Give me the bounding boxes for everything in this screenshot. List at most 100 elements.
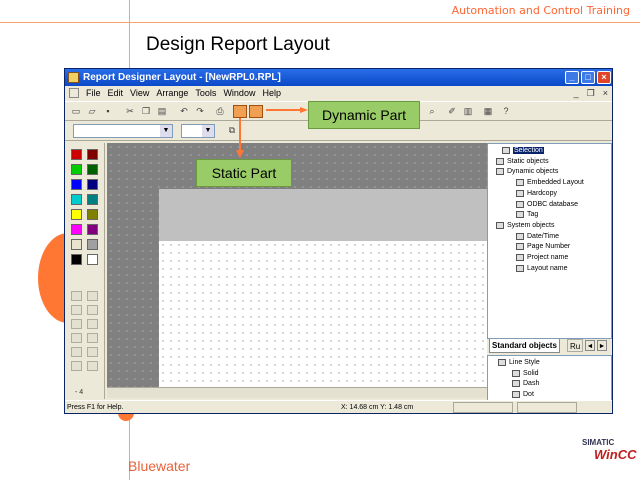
tree-item[interactable]: Page Number (516, 243, 570, 251)
menu-arrange[interactable]: Arrange (156, 86, 188, 101)
print-icon[interactable]: ⎙ (213, 105, 227, 118)
style-item[interactable]: Dot (512, 390, 534, 398)
object-icon (516, 264, 524, 272)
properties-icon[interactable]: ✐ (445, 105, 459, 118)
tree-item[interactable]: System objects (496, 221, 554, 229)
tree-item[interactable]: Dynamic objects (496, 168, 559, 176)
object-list-icon[interactable]: ▦ (481, 105, 495, 118)
wincc-logo: SIMATIC WinCC (576, 436, 637, 468)
tree-item[interactable]: Selection (502, 147, 544, 154)
align-tool-icon[interactable] (71, 291, 82, 301)
paste-icon[interactable]: ▤ (155, 105, 169, 118)
color-swatch[interactable] (71, 194, 82, 205)
undo-icon[interactable]: ↶ (177, 105, 191, 118)
tree-item-label: Tag (527, 211, 539, 219)
tree-item[interactable]: Embedded Layout (516, 179, 584, 187)
chevron-down-icon: ▼ (202, 125, 214, 137)
size-combo[interactable]: ▼ (181, 124, 215, 138)
color-swatch[interactable] (71, 239, 82, 250)
object-icon (516, 189, 524, 197)
style-item[interactable]: Line Style (498, 359, 540, 366)
menu-window[interactable]: Window (223, 86, 255, 101)
align-tool-icon[interactable] (71, 305, 82, 315)
zoom-icon[interactable]: ⌕ (425, 105, 439, 118)
line-style-icon (512, 390, 520, 398)
align-tool-icon[interactable] (71, 333, 82, 343)
color-swatch[interactable] (71, 149, 82, 160)
copy-icon[interactable]: ❐ (139, 105, 153, 118)
align-tool-icon[interactable] (71, 319, 82, 329)
dynamic-part-area[interactable] (159, 241, 487, 387)
object-icon (496, 168, 504, 176)
library-icon[interactable]: ▥ (461, 105, 475, 118)
align-tool-icon[interactable] (87, 291, 98, 301)
static-part-icon[interactable] (233, 105, 247, 118)
color-swatch[interactable] (87, 194, 98, 205)
color-swatch[interactable] (87, 179, 98, 190)
close-button[interactable]: × (597, 71, 611, 84)
layout-canvas[interactable] (107, 143, 487, 387)
redo-icon[interactable]: ↷ (193, 105, 207, 118)
new-file-icon[interactable]: ▭ (69, 105, 83, 118)
menu-tools[interactable]: Tools (195, 86, 216, 101)
style-item[interactable]: Dash (512, 380, 539, 387)
color-swatch[interactable] (87, 239, 98, 250)
open-folder-icon[interactable]: ▱ (85, 105, 99, 118)
menu-help[interactable]: Help (262, 86, 281, 101)
save-icon[interactable]: ▪ (101, 105, 115, 118)
window-title: Report Designer Layout - [NewRPL0.RPL] (83, 72, 281, 83)
object-icon (496, 157, 504, 165)
tree-item[interactable]: Hardcopy (516, 189, 557, 197)
align-tool-icon[interactable] (87, 319, 98, 329)
color-swatch[interactable] (71, 164, 82, 175)
tree-item-label: Embedded Layout (527, 179, 584, 187)
font-combo[interactable]: ▼ (73, 124, 173, 138)
tab-next-icon[interactable]: ► (597, 340, 607, 351)
mdi-minimize-button[interactable]: _ (574, 86, 579, 101)
tab-ru[interactable]: Ru (567, 339, 584, 352)
line-style-icon (512, 369, 520, 377)
tree-item[interactable]: Static objects (496, 157, 549, 165)
dynamic-part-icon[interactable] (249, 105, 263, 118)
color-swatch[interactable] (71, 224, 82, 235)
static-part-callout: Static Part (196, 159, 292, 187)
arrow-right-icon (266, 107, 308, 113)
menu-view[interactable]: View (130, 86, 149, 101)
color-swatch[interactable] (87, 209, 98, 220)
tab-prev-icon[interactable]: ◄ (585, 340, 595, 351)
minimize-button[interactable]: _ (565, 71, 579, 84)
align-tool-icon[interactable] (71, 347, 82, 357)
tree-item[interactable]: Date/Time (516, 232, 559, 240)
object-icon (516, 243, 524, 251)
menu-edit[interactable]: Edit (108, 86, 124, 101)
tree-item-label: Dynamic objects (507, 168, 559, 176)
align-tool-icon[interactable] (87, 305, 98, 315)
menu-file[interactable]: File (86, 86, 101, 101)
tree-item-label: Selection (513, 147, 544, 154)
style-item[interactable]: Solid (512, 369, 539, 377)
color-swatch[interactable] (87, 224, 98, 235)
color-swatch[interactable] (87, 164, 98, 175)
align-tool-icon[interactable] (87, 333, 98, 343)
tree-item[interactable]: ODBC database (516, 200, 578, 208)
color-swatch[interactable] (71, 209, 82, 220)
tab-standard-objects[interactable]: Standard objects (489, 339, 560, 353)
horizontal-scrollbar[interactable] (107, 387, 487, 398)
tree-item[interactable]: Project name (516, 254, 568, 261)
color-swatch[interactable] (71, 254, 82, 265)
maximize-button[interactable]: □ (581, 71, 595, 84)
mdi-restore-button[interactable]: ❐ (587, 86, 595, 101)
help-icon[interactable]: ? (499, 105, 513, 118)
color-swatch[interactable] (87, 149, 98, 160)
static-part-area[interactable] (159, 189, 487, 241)
align-tool-icon[interactable] (87, 347, 98, 357)
align-tool-icon[interactable] (87, 361, 98, 371)
cut-icon[interactable]: ✂ (123, 105, 137, 118)
color-swatch[interactable] (71, 179, 82, 190)
tree-item[interactable]: Tag (516, 211, 539, 219)
mdi-close-button[interactable]: × (603, 86, 608, 101)
align-tool-icon[interactable] (71, 361, 82, 371)
color-swatch[interactable] (87, 254, 98, 265)
tree-item[interactable]: Layout name (516, 264, 567, 272)
tree-item-label: ODBC database (527, 200, 578, 208)
